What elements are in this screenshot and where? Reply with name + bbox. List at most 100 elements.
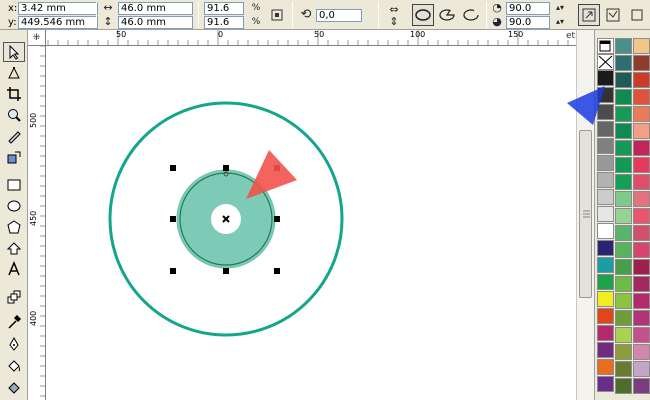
color-swatch[interactable] — [633, 310, 650, 326]
shape-tool[interactable] — [3, 63, 25, 83]
color-swatch[interactable] — [597, 206, 614, 222]
spinner-icon[interactable]: ▴▾ — [552, 1, 568, 15]
basic-shapes-tool[interactable] — [3, 238, 25, 258]
scale-x-input[interactable]: 91.6 — [204, 1, 244, 15]
color-swatch[interactable] — [633, 123, 650, 139]
color-swatch[interactable] — [633, 361, 650, 377]
lock-ratio-button[interactable] — [266, 4, 288, 26]
color-swatch[interactable] — [633, 208, 650, 224]
color-swatch[interactable] — [597, 138, 614, 154]
height-input[interactable]: 46.0 mm — [118, 15, 193, 29]
ruler-origin[interactable]: ⁜ — [28, 30, 46, 46]
rotation-input[interactable]: 0,0 — [316, 8, 362, 22]
color-swatch[interactable] — [615, 225, 632, 241]
color-swatch[interactable] — [633, 174, 650, 190]
rectangle-tool[interactable] — [3, 175, 25, 195]
ellipse-mode-button[interactable] — [412, 4, 434, 26]
outline-tool[interactable] — [3, 334, 25, 354]
polygon-tool[interactable] — [3, 217, 25, 237]
selection-handle[interactable] — [274, 216, 280, 222]
color-swatch[interactable] — [615, 72, 632, 88]
color-swatch[interactable] — [633, 72, 650, 88]
color-swatch[interactable] — [633, 55, 650, 71]
spinner-icon[interactable]: ▴▾ — [552, 15, 568, 29]
text-tool[interactable] — [3, 259, 25, 279]
color-swatch[interactable] — [633, 225, 650, 241]
color-swatch[interactable] — [615, 89, 632, 105]
color-swatch[interactable] — [597, 291, 614, 307]
palette-menu-icon[interactable] — [597, 38, 614, 54]
interactive-fill-tool[interactable] — [3, 377, 25, 397]
color-swatch[interactable] — [633, 140, 650, 156]
color-swatch[interactable] — [615, 38, 632, 54]
no-color-swatch[interactable] — [597, 54, 614, 70]
selection-handle[interactable] — [274, 268, 280, 274]
color-swatch[interactable] — [615, 208, 632, 224]
color-swatch[interactable] — [633, 242, 650, 258]
color-swatch[interactable] — [615, 361, 632, 377]
color-swatch[interactable] — [597, 359, 614, 375]
color-swatch[interactable] — [615, 123, 632, 139]
color-swatch[interactable] — [615, 106, 632, 122]
y-position-input[interactable]: 449.546 mm — [18, 15, 98, 29]
scale-y-input[interactable]: 91.6 — [204, 15, 244, 29]
color-swatch[interactable] — [615, 378, 632, 394]
color-swatch[interactable] — [633, 38, 650, 54]
freehand-tool[interactable] — [3, 126, 25, 146]
color-swatch[interactable] — [597, 223, 614, 239]
drawing-canvas[interactable] — [46, 46, 576, 400]
color-swatch[interactable] — [615, 293, 632, 309]
horizontal-ruler[interactable]: 50 0 50 100 150 — [46, 30, 576, 46]
vertical-ruler[interactable]: 500 450 400 — [28, 46, 46, 400]
color-swatch[interactable] — [597, 376, 614, 392]
blend-tool[interactable] — [3, 287, 25, 307]
selection-handle[interactable] — [223, 165, 229, 171]
pick-tool[interactable] — [3, 42, 25, 62]
color-swatch[interactable] — [633, 157, 650, 173]
color-swatch[interactable] — [633, 106, 650, 122]
color-swatch[interactable] — [615, 276, 632, 292]
color-swatch[interactable] — [615, 157, 632, 173]
end-angle-input[interactable]: 90.0 — [506, 15, 550, 29]
color-swatch[interactable] — [615, 327, 632, 343]
color-swatch[interactable] — [633, 259, 650, 275]
color-swatch[interactable] — [597, 308, 614, 324]
selection-handle[interactable] — [170, 268, 176, 274]
crop-tool[interactable] — [3, 84, 25, 104]
color-swatch[interactable] — [633, 327, 650, 343]
color-swatch[interactable] — [633, 276, 650, 292]
color-swatch[interactable] — [615, 191, 632, 207]
fill-tool[interactable] — [3, 356, 25, 376]
color-swatch[interactable] — [615, 55, 632, 71]
selection-handle[interactable] — [223, 268, 229, 274]
selection-handle[interactable] — [170, 165, 176, 171]
color-swatch[interactable] — [597, 155, 614, 171]
color-swatch[interactable] — [615, 344, 632, 360]
scrollbar-thumb[interactable] — [579, 130, 592, 298]
start-angle-input[interactable]: 90.0 — [506, 1, 550, 15]
color-swatch[interactable] — [597, 257, 614, 273]
wrap-text-button[interactable] — [602, 4, 624, 26]
color-swatch[interactable] — [633, 293, 650, 309]
color-swatch[interactable] — [633, 89, 650, 105]
eyedropper-tool[interactable] — [3, 312, 25, 332]
smart-fill-tool[interactable] — [3, 147, 25, 167]
color-swatch[interactable] — [615, 310, 632, 326]
color-swatch[interactable] — [597, 240, 614, 256]
color-swatch[interactable] — [597, 342, 614, 358]
pie-mode-button[interactable] — [436, 4, 458, 26]
color-swatch[interactable] — [615, 242, 632, 258]
color-swatch[interactable] — [615, 259, 632, 275]
x-position-input[interactable]: 3.42 mm — [18, 1, 98, 15]
color-swatch[interactable] — [633, 191, 650, 207]
color-swatch[interactable] — [633, 344, 650, 360]
color-swatch[interactable] — [615, 174, 632, 190]
color-swatch[interactable] — [597, 274, 614, 290]
more-button[interactable] — [626, 4, 648, 26]
color-swatch[interactable] — [597, 172, 614, 188]
zoom-tool[interactable] — [3, 105, 25, 125]
direction-button[interactable] — [578, 4, 600, 26]
arc-mode-button[interactable] — [460, 4, 482, 26]
color-swatch[interactable] — [597, 325, 614, 341]
width-input[interactable]: 46.0 mm — [118, 1, 193, 15]
